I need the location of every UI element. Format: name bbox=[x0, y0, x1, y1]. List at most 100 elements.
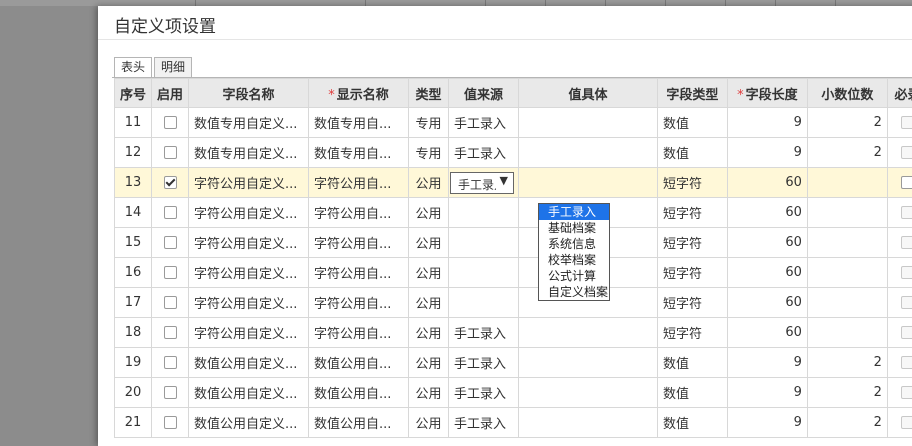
display-name-cell[interactable]: 字符公用自... bbox=[309, 198, 409, 228]
field-length-cell[interactable]: 60 bbox=[727, 288, 807, 318]
value-source-cell[interactable]: 手工录入 bbox=[448, 378, 518, 408]
type-cell[interactable]: 公用 bbox=[409, 348, 449, 378]
field-type-cell[interactable]: 数值 bbox=[657, 408, 727, 438]
value-source-cell[interactable]: 手工录入 bbox=[448, 138, 518, 168]
required-checkbox[interactable] bbox=[901, 116, 912, 129]
dropdown-option[interactable]: 校举档案 bbox=[539, 252, 609, 268]
value-detail-cell[interactable] bbox=[518, 168, 657, 198]
field-type-cell[interactable]: 短字符 bbox=[657, 318, 727, 348]
field-length-cell[interactable]: 9 bbox=[727, 348, 807, 378]
required-cell[interactable] bbox=[887, 108, 912, 138]
value-detail-cell[interactable] bbox=[518, 408, 657, 438]
type-cell[interactable]: 公用 bbox=[409, 198, 449, 228]
field-name-cell[interactable]: 字符公用自定义... bbox=[189, 318, 309, 348]
required-cell[interactable] bbox=[887, 138, 912, 168]
decimal-places-cell[interactable]: 2 bbox=[807, 138, 887, 168]
display-name-cell[interactable]: 数值专用自... bbox=[309, 138, 409, 168]
display-name-cell[interactable]: 字符公用自... bbox=[309, 318, 409, 348]
value-detail-cell[interactable] bbox=[518, 318, 657, 348]
display-name-cell[interactable]: 数值公用自... bbox=[309, 408, 409, 438]
value-detail-cell[interactable] bbox=[518, 378, 657, 408]
type-cell[interactable]: 公用 bbox=[409, 168, 449, 198]
decimal-places-cell[interactable]: 2 bbox=[807, 348, 887, 378]
enabled-cell[interactable] bbox=[152, 138, 189, 168]
enabled-cell[interactable] bbox=[152, 318, 189, 348]
enabled-cell[interactable] bbox=[152, 258, 189, 288]
required-cell[interactable] bbox=[887, 258, 912, 288]
value-source-select[interactable]: 手工录入▼ bbox=[450, 172, 514, 194]
display-name-cell[interactable]: 字符公用自... bbox=[309, 258, 409, 288]
type-cell[interactable]: 专用 bbox=[409, 138, 449, 168]
field-name-cell[interactable]: 数值公用自定义... bbox=[189, 348, 309, 378]
enabled-cell[interactable] bbox=[152, 288, 189, 318]
value-source-cell[interactable] bbox=[448, 228, 518, 258]
tab-header[interactable]: 表头 bbox=[114, 57, 152, 78]
table-row[interactable]: 17字符公用自定义...字符公用自...公用短字符60 bbox=[115, 288, 912, 318]
dropdown-option[interactable]: 系统信息 bbox=[539, 236, 609, 252]
decimal-places-cell[interactable] bbox=[807, 318, 887, 348]
display-name-cell[interactable]: 字符公用自... bbox=[309, 168, 409, 198]
field-length-cell[interactable]: 60 bbox=[727, 168, 807, 198]
field-type-cell[interactable]: 短字符 bbox=[657, 168, 727, 198]
display-name-cell[interactable]: 数值公用自... bbox=[309, 378, 409, 408]
table-row[interactable]: 13字符公用自定义...字符公用自...公用手工录入▼短字符60 bbox=[115, 168, 912, 198]
decimal-places-cell[interactable]: 2 bbox=[807, 378, 887, 408]
required-cell[interactable] bbox=[887, 228, 912, 258]
required-checkbox[interactable] bbox=[901, 206, 912, 219]
tab-detail[interactable]: 明细 bbox=[154, 57, 192, 78]
enabled-checkbox[interactable] bbox=[164, 296, 177, 309]
field-name-cell[interactable]: 数值公用自定义... bbox=[189, 378, 309, 408]
table-row[interactable]: 19数值公用自定义...数值公用自...公用手工录入数值92 bbox=[115, 348, 912, 378]
field-length-cell[interactable]: 9 bbox=[727, 138, 807, 168]
field-name-cell[interactable]: 数值公用自定义... bbox=[189, 408, 309, 438]
required-checkbox[interactable] bbox=[901, 266, 912, 279]
required-cell[interactable] bbox=[887, 408, 912, 438]
required-checkbox[interactable] bbox=[901, 236, 912, 249]
type-cell[interactable]: 公用 bbox=[409, 288, 449, 318]
enabled-cell[interactable] bbox=[152, 168, 189, 198]
enabled-checkbox[interactable] bbox=[164, 416, 177, 429]
value-source-cell[interactable]: 手工录入▼ bbox=[448, 168, 518, 198]
dropdown-option[interactable]: 公式计算 bbox=[539, 268, 609, 284]
decimal-places-cell[interactable] bbox=[807, 288, 887, 318]
decimal-places-cell[interactable]: 2 bbox=[807, 108, 887, 138]
value-source-cell[interactable] bbox=[448, 258, 518, 288]
table-row[interactable]: 16字符公用自定义...字符公用自...公用短字符60 bbox=[115, 258, 912, 288]
enabled-checkbox[interactable] bbox=[164, 266, 177, 279]
field-name-cell[interactable]: 数值专用自定义... bbox=[189, 108, 309, 138]
dropdown-arrow-icon[interactable]: ▼ bbox=[500, 174, 508, 187]
table-row[interactable]: 15字符公用自定义...字符公用自...公用短字符60 bbox=[115, 228, 912, 258]
enabled-checkbox[interactable] bbox=[164, 386, 177, 399]
enabled-checkbox[interactable] bbox=[164, 326, 177, 339]
dropdown-option[interactable]: 手工录入 bbox=[539, 204, 609, 220]
type-cell[interactable]: 公用 bbox=[409, 378, 449, 408]
enabled-checkbox[interactable] bbox=[164, 146, 177, 159]
field-length-cell[interactable]: 60 bbox=[727, 318, 807, 348]
required-cell[interactable] bbox=[887, 198, 912, 228]
dropdown-option[interactable]: 自定义档案 bbox=[539, 284, 609, 300]
value-source-cell[interactable]: 手工录入 bbox=[448, 408, 518, 438]
display-name-cell[interactable]: 数值专用自... bbox=[309, 108, 409, 138]
field-name-cell[interactable]: 字符公用自定义... bbox=[189, 288, 309, 318]
field-name-cell[interactable]: 字符公用自定义... bbox=[189, 168, 309, 198]
enabled-checkbox[interactable] bbox=[164, 356, 177, 369]
type-cell[interactable]: 专用 bbox=[409, 108, 449, 138]
display-name-cell[interactable]: 数值公用自... bbox=[309, 348, 409, 378]
type-cell[interactable]: 公用 bbox=[409, 228, 449, 258]
field-length-cell[interactable]: 60 bbox=[727, 258, 807, 288]
enabled-cell[interactable] bbox=[152, 378, 189, 408]
table-row[interactable]: 21数值公用自定义...数值公用自...公用手工录入数值92 bbox=[115, 408, 912, 438]
enabled-cell[interactable] bbox=[152, 198, 189, 228]
required-checkbox[interactable] bbox=[901, 326, 912, 339]
display-name-cell[interactable]: 字符公用自... bbox=[309, 288, 409, 318]
field-length-cell[interactable]: 60 bbox=[727, 198, 807, 228]
field-length-cell[interactable]: 9 bbox=[727, 108, 807, 138]
field-length-cell[interactable]: 60 bbox=[727, 228, 807, 258]
value-detail-cell[interactable] bbox=[518, 348, 657, 378]
type-cell[interactable]: 公用 bbox=[409, 408, 449, 438]
decimal-places-cell[interactable] bbox=[807, 198, 887, 228]
field-type-cell[interactable]: 数值 bbox=[657, 378, 727, 408]
enabled-cell[interactable] bbox=[152, 408, 189, 438]
required-cell[interactable] bbox=[887, 318, 912, 348]
value-detail-cell[interactable] bbox=[518, 138, 657, 168]
